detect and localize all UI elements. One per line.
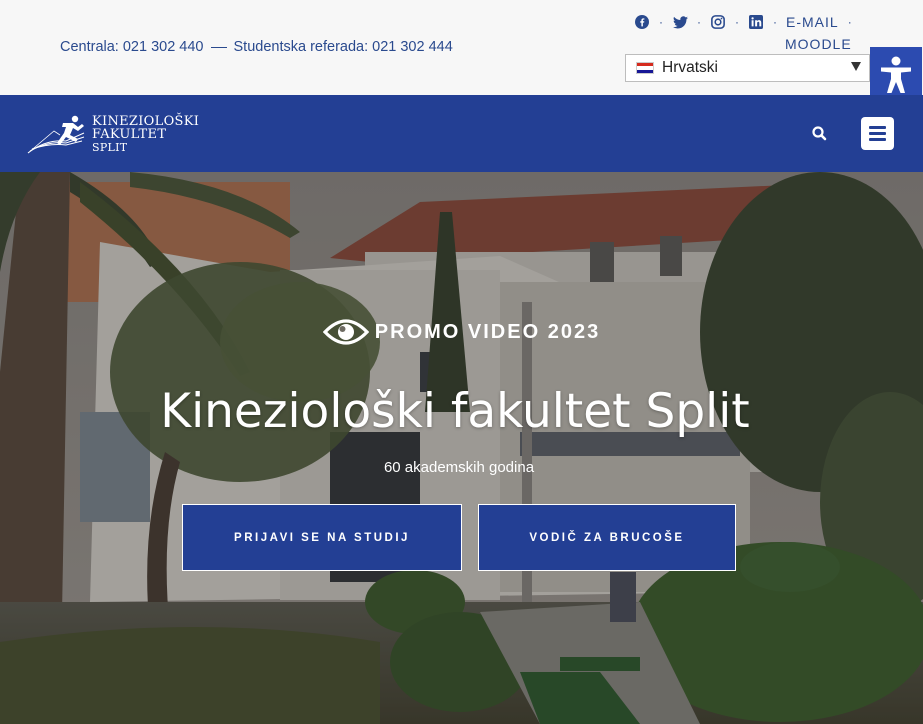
logo-line-3: Split (92, 140, 128, 154)
eye-icon (322, 319, 369, 345)
dot-separator: · (735, 15, 739, 29)
email-link[interactable]: E-MAIL (786, 14, 839, 30)
menu-bar (869, 126, 886, 129)
student-office-phone-link[interactable]: Studentska referada: 021 302 444 (234, 39, 453, 55)
twitter-icon[interactable] (672, 14, 688, 30)
hero-dark-overlay (0, 172, 923, 724)
dropdown-arrow-icon (851, 62, 861, 71)
hero-title: Kineziološki fakultet Split (160, 384, 750, 439)
language-selected: Hrvatski (662, 59, 718, 76)
top-bar: Centrala: 021 302 440 Studentska referada… (0, 0, 923, 102)
hero-subtitle: 60 akademskih godina (383, 459, 535, 476)
logo-line-2: Fakultet (92, 126, 167, 142)
accessibility-button[interactable] (870, 47, 922, 102)
site-logo[interactable]: Kineziološki Fakultet Split (26, 113, 199, 155)
instagram-icon[interactable] (710, 14, 726, 30)
dot-separator: · (773, 15, 777, 29)
contact-info: Centrala: 021 302 440 Studentska referada… (60, 39, 453, 55)
menu-bar (869, 132, 886, 135)
runner-logo-icon (27, 115, 85, 154)
promo-video-link[interactable]: PROMO VIDEO 2023 (0, 316, 923, 348)
hero-section: PROMO VIDEO 2023 Kineziološki fakultet S… (0, 172, 923, 724)
hamburger-menu-button[interactable] (861, 117, 894, 150)
croatian-flag-icon (636, 62, 654, 74)
search-button[interactable] (810, 124, 830, 144)
logo-text: Kineziološki Fakultet Split (92, 115, 199, 154)
social-links: · · · · E-MAIL · (634, 14, 861, 30)
dot-separator: · (659, 15, 663, 29)
facebook-icon[interactable] (634, 14, 650, 30)
promo-video-label: PROMO VIDEO 2023 (374, 320, 601, 343)
logo-line-1: Kineziološki (92, 113, 200, 129)
menu-bar (869, 138, 886, 141)
central-phone-link[interactable]: Centrala: 021 302 440 (60, 39, 204, 55)
apply-study-button[interactable]: PRIJAVI SE NA STUDIJ (182, 504, 462, 571)
accessibility-icon (881, 56, 911, 93)
separator-dash (210, 46, 227, 48)
dot-separator: · (697, 15, 701, 29)
linkedin-icon[interactable] (748, 14, 764, 30)
language-select[interactable]: Hrvatski (625, 54, 870, 82)
moodle-link[interactable]: MOODLE (785, 36, 852, 52)
freshman-guide-button[interactable]: VODIČ ZA BRUCOŠE (478, 504, 736, 571)
dot-separator: · (847, 15, 852, 29)
search-icon (812, 126, 827, 141)
